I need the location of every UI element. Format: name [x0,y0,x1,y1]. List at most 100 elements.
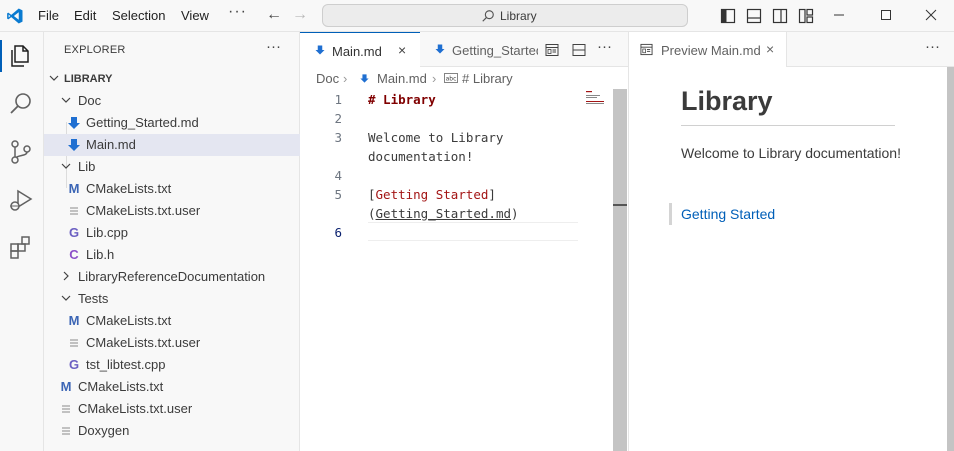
vscode-logo-icon[interactable] [6,7,24,25]
explorer-icon[interactable] [7,42,35,70]
minimize-icon[interactable] [830,6,848,24]
symbol-string-icon: abc [444,73,458,83]
extensions-icon[interactable] [7,234,35,262]
breadcrumb-item-doc[interactable]: Doc [316,71,339,86]
tree-file-root-cmakelists-user[interactable]: CMakeLists.txt.user [44,398,300,420]
tree-file-tst-libtest[interactable]: G tst_libtest.cpp [44,354,300,376]
breadcrumb-item-main[interactable]: Main.md [377,71,427,86]
forward-arrow-icon[interactable]: → [292,6,308,24]
line-number: 5 [334,187,342,202]
breadcrumb: Doc › Main.md › abc # Library [300,67,628,89]
tab-main-md[interactable]: Main.md × [300,32,420,67]
code-editor[interactable]: 1 2 3 4 5 6 # Library Welcome to Library… [300,89,628,451]
markdown-file-icon [68,117,80,129]
command-center-search[interactable]: Library [322,4,688,27]
markdown-file-icon [360,74,369,83]
preview-heading: Library [681,86,773,116]
tree-file-lib-cpp[interactable]: G Lib.cpp [44,222,300,244]
preview-link-marker [669,203,672,225]
line-number: 3 [334,130,342,145]
source-control-icon[interactable] [7,138,35,166]
code-line-link-url: (Getting_Started.md) [368,206,519,221]
tree-file-lib-h[interactable]: C Lib.h [44,244,300,266]
cmake-file-icon: M [60,379,72,394]
open-preview-icon[interactable] [545,43,559,57]
explorer-sidebar: EXPLORER ··· LIBRARY Doc Getting_Started… [44,32,300,451]
split-editor-icon[interactable] [572,43,586,57]
text-file-icon [62,405,70,413]
breadcrumb-item-heading[interactable]: # Library [462,71,513,86]
cpp-file-icon: G [68,225,80,240]
tab-preview-main[interactable]: Preview Main.md × [629,32,787,67]
tree-file-lib-cmakelists-user[interactable]: CMakeLists.txt.user [44,200,300,222]
active-indicator [0,40,2,72]
preview-icon [640,43,653,56]
code-line-heading: # Library [368,92,436,107]
minimap[interactable] [586,89,610,109]
editor-tab-bar: Main.md × Getting_Started.md ··· [300,32,628,67]
activity-bar [0,32,44,451]
preview-heading-rule [681,125,895,126]
explorer-more-button[interactable]: ··· [266,38,281,55]
maximize-icon[interactable] [877,6,895,24]
tree-folder-doc[interactable]: Doc [44,90,300,112]
close-window-icon[interactable] [922,6,940,24]
tree-file-main[interactable]: Main.md [44,134,300,156]
tree-file-doxygen[interactable]: Doxygen [44,420,300,442]
markdown-file-icon [315,45,325,55]
preview-tab-bar: Preview Main.md × ··· [629,32,954,67]
cmake-file-icon: M [68,313,80,328]
tree-file-root-cmakelists[interactable]: M CMakeLists.txt [44,376,300,398]
toggle-panel-icon[interactable] [746,8,762,24]
tree-file-getting-started[interactable]: Getting_Started.md [44,112,300,134]
tree-file-tests-cmakelists[interactable]: M CMakeLists.txt [44,310,300,332]
toggle-secondary-sidebar-icon[interactable] [772,8,788,24]
line-number: 1 [334,92,342,107]
tree-file-lib-cmakelists[interactable]: M CMakeLists.txt [44,178,300,200]
current-line-highlight [368,222,578,241]
text-file-icon [70,207,78,215]
close-tab-icon[interactable]: × [766,41,774,57]
run-and-debug-icon[interactable] [7,186,35,214]
close-tab-icon[interactable]: × [398,42,406,58]
editor-group: Main.md × Getting_Started.md ··· Doc › M… [300,32,628,451]
tree-folder-lib[interactable]: Lib [44,156,300,178]
chevron-down-icon [49,75,59,81]
menu-selection[interactable]: Selection [112,8,165,23]
menu-file[interactable]: File [38,8,59,23]
markdown-file-icon [435,44,445,54]
cpp-file-icon: G [68,357,80,372]
line-number: 2 [334,111,342,126]
chevron-down-icon [61,97,71,103]
tree-folder-library-reference[interactable]: LibraryReferenceDocumentation [44,266,300,288]
preview-link-getting-started[interactable]: Getting Started [681,206,775,222]
text-file-icon [70,339,78,347]
toggle-primary-sidebar-icon[interactable] [720,8,736,24]
line-number: 6 [334,225,342,240]
customize-layout-icon[interactable] [798,8,814,24]
markdown-file-icon [68,139,80,151]
text-file-icon [62,427,70,435]
explorer-title: EXPLORER [64,44,126,56]
editor-scrollbar[interactable] [613,89,627,451]
tree-root-library[interactable]: LIBRARY [44,68,300,90]
tree-folder-tests[interactable]: Tests [44,288,300,310]
tree-file-tests-cmakelists-user[interactable]: CMakeLists.txt.user [44,332,300,354]
line-number: 4 [334,168,342,183]
menu-view[interactable]: View [181,8,209,23]
breadcrumb-separator-icon: › [343,71,348,86]
editor-more-button[interactable]: ··· [597,38,612,55]
tab-getting-started-md[interactable]: Getting_Started.md [420,32,540,67]
menu-more-button[interactable]: ··· [228,3,247,21]
preview-scrollbar[interactable] [947,67,954,451]
svg-text:abc: abc [446,76,457,83]
back-arrow-icon[interactable]: ← [266,6,282,24]
breadcrumb-separator-icon: › [432,71,437,86]
chevron-down-icon [61,295,71,301]
scrollbar-cursor-marker [613,204,627,206]
search-icon[interactable] [7,90,35,118]
menu-edit[interactable]: Edit [74,8,96,23]
code-line-link: [Getting Started] [368,187,496,202]
preview-more-button[interactable]: ··· [925,38,940,55]
markdown-preview-group: Preview Main.md × ··· Library Welcome to… [628,32,954,451]
